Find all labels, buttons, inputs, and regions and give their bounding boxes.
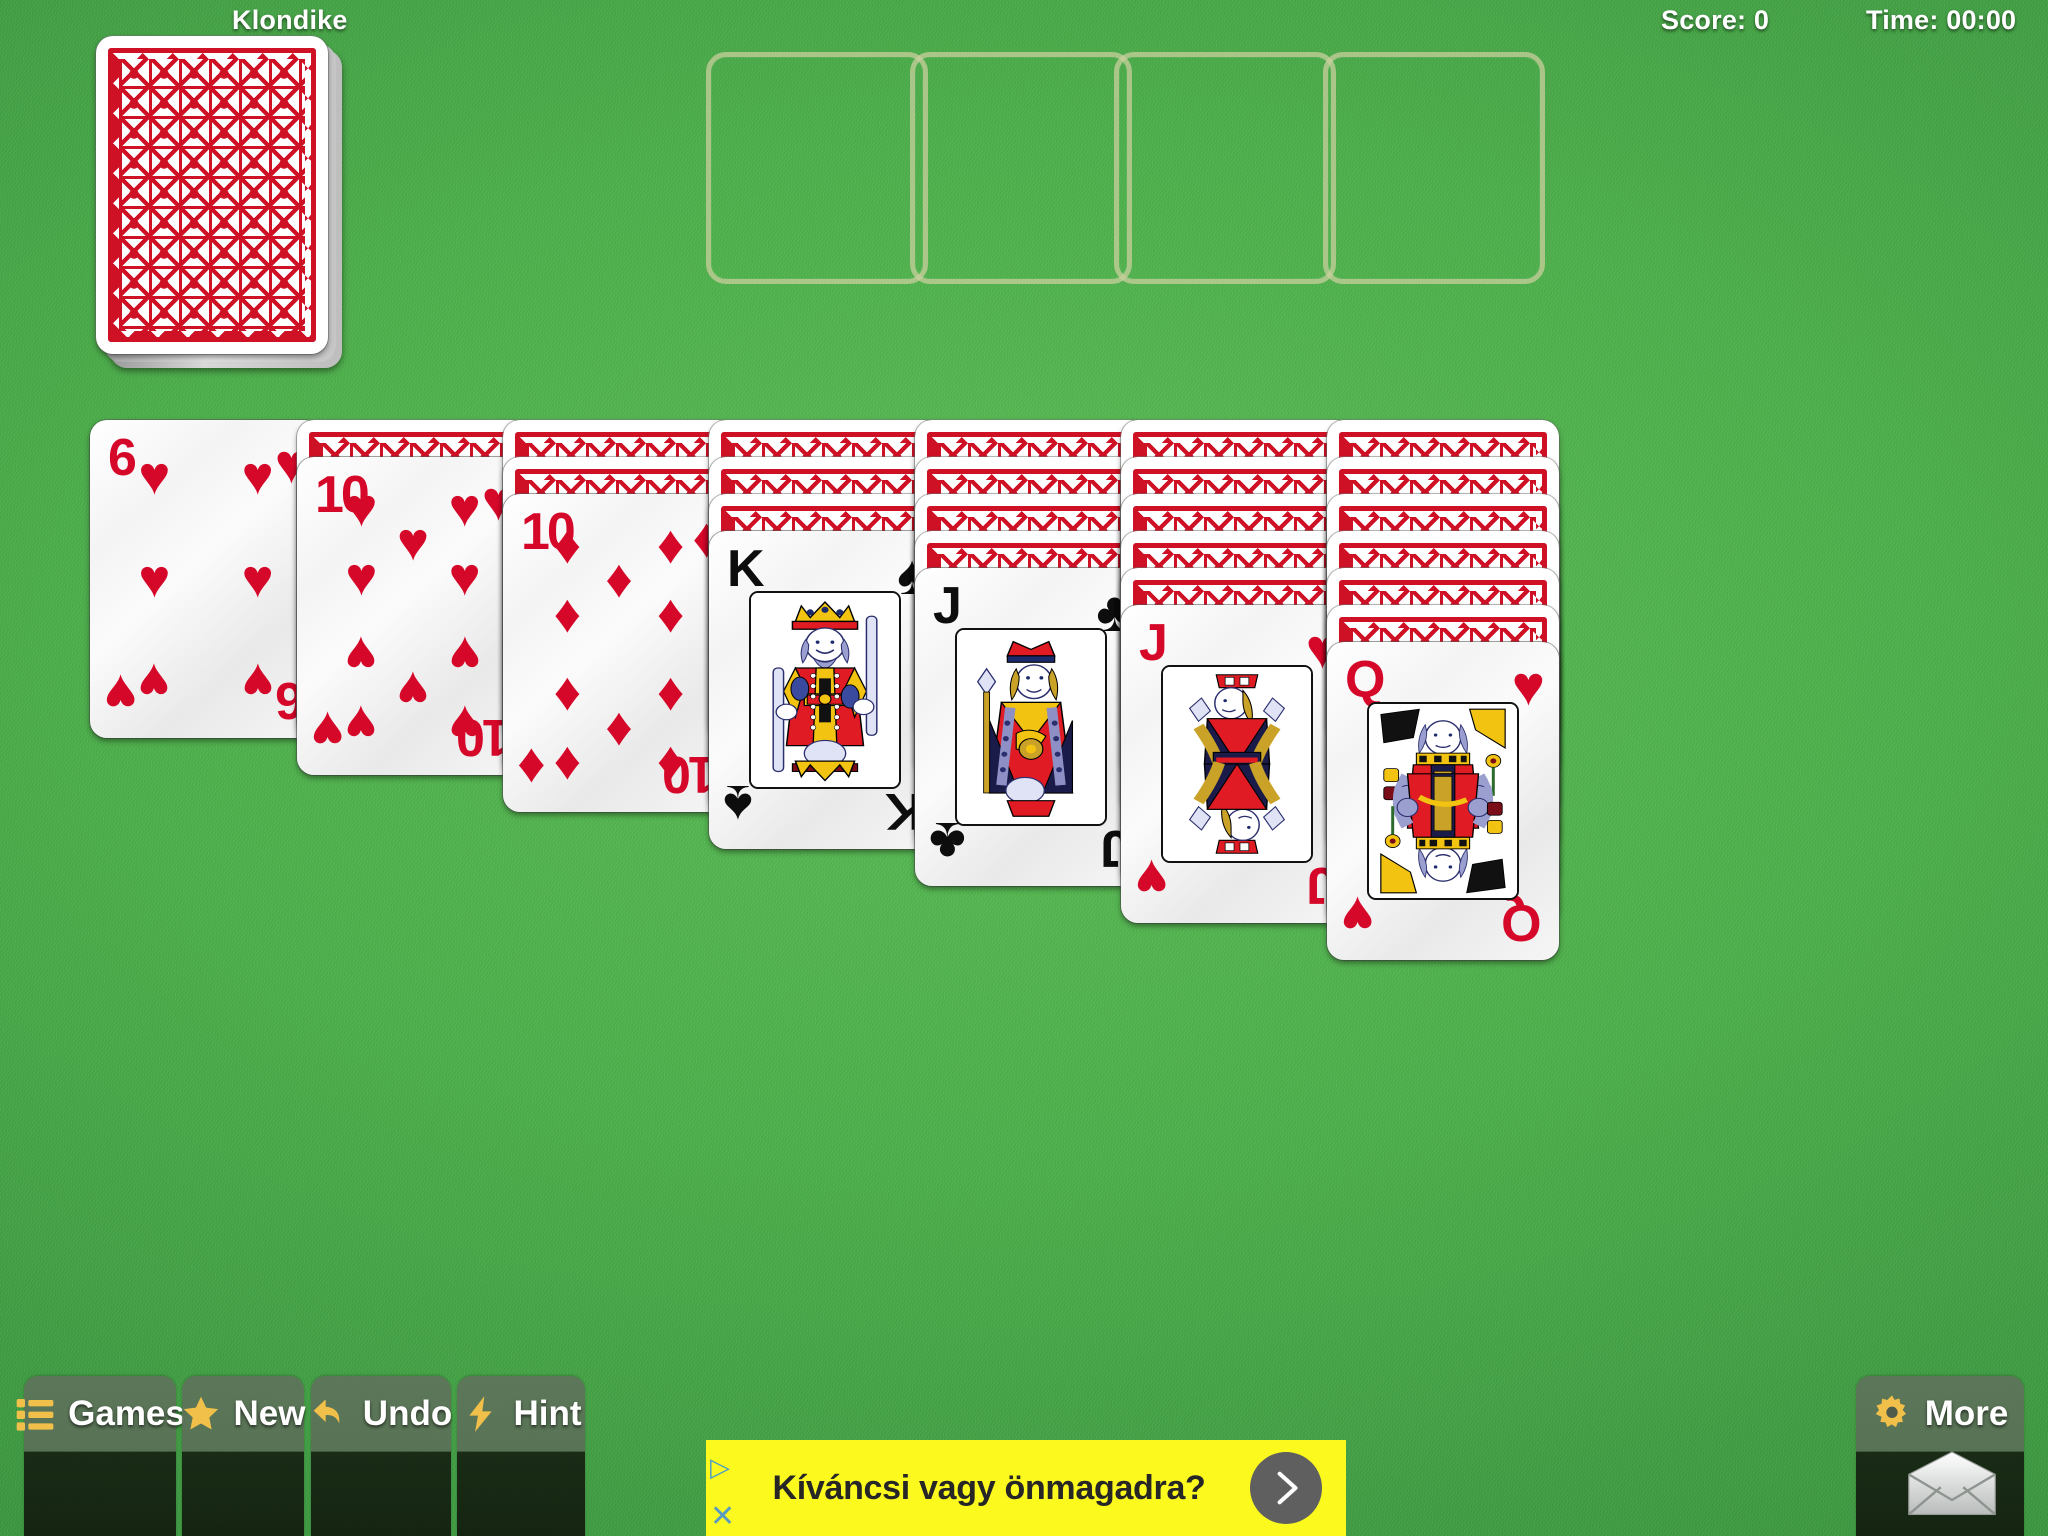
- card-king-of-spades[interactable]: K K ♠ ♠: [709, 531, 941, 849]
- games-button-label: Games: [68, 1394, 185, 1433]
- undo-arrow-icon: [313, 1399, 340, 1424]
- tableau-column-5[interactable]: J J ♣ ♣: [915, 420, 1147, 886]
- more-button-label: More: [1924, 1394, 2009, 1433]
- page-title: Klondike: [232, 5, 348, 35]
- face-down-card[interactable]: [709, 420, 941, 738]
- card-jack-of-hearts[interactable]: J J ♥ ♥: [1121, 605, 1353, 923]
- adchoices-icon[interactable]: ▷: [710, 1454, 738, 1480]
- card-jack-of-clubs[interactable]: J J ♣ ♣: [915, 568, 1147, 886]
- tableau-column-3[interactable]: 10 10 ♦ ♦ ♦ ♦ ♦ ♦ ♦ ♦ ♦ ♦ ♦ ♦: [503, 420, 735, 812]
- card-back-pattern: [119, 59, 305, 331]
- face-down-card[interactable]: [1121, 568, 1353, 886]
- card-queen-of-hearts[interactable]: Q Q ♥ ♥: [1327, 642, 1559, 960]
- tableau-column-1[interactable]: 6 6 ♥ ♥ ♥ ♥ ♥ ♥ ♥ ♥: [90, 420, 322, 738]
- ad-close-icon[interactable]: ✕: [710, 1502, 735, 1532]
- card-back-border: [108, 48, 316, 342]
- card-10-of-diamonds[interactable]: 10 10 ♦ ♦ ♦ ♦ ♦ ♦ ♦ ♦ ♦ ♦ ♦ ♦: [503, 494, 735, 812]
- face-down-card[interactable]: [1121, 420, 1353, 738]
- face-down-card[interactable]: [1327, 457, 1559, 775]
- face-down-card[interactable]: [1327, 605, 1559, 923]
- face-down-card[interactable]: [1327, 568, 1559, 886]
- face-down-card[interactable]: [1121, 494, 1353, 812]
- face-down-card[interactable]: [1327, 531, 1559, 849]
- face-down-card[interactable]: [915, 531, 1147, 849]
- face-down-card[interactable]: [915, 420, 1147, 738]
- face-down-card[interactable]: [503, 457, 735, 775]
- face-down-card[interactable]: [1327, 420, 1559, 738]
- card-rank-top: Q: [1345, 651, 1385, 709]
- face-down-card[interactable]: [297, 420, 529, 738]
- card-rank-top: K: [727, 540, 765, 598]
- card-rank-bottom: Q: [1503, 893, 1541, 951]
- new-game-button[interactable]: New: [182, 1376, 306, 1536]
- face-down-card[interactable]: [915, 494, 1147, 812]
- face-down-card[interactable]: [709, 457, 941, 775]
- ad-arrow-button[interactable]: [1250, 1452, 1322, 1524]
- star-icon: [183, 1396, 218, 1430]
- score-display: Score: 0: [1661, 5, 1770, 35]
- hint-button-label: Hint: [513, 1394, 582, 1433]
- card-pips: ♥ ♥ ♥ ♥ ♥ ♥: [138, 445, 274, 713]
- undo-button-label: Undo: [362, 1394, 453, 1433]
- card-6-of-hearts[interactable]: 6 6 ♥ ♥ ♥ ♥ ♥ ♥ ♥ ♥: [90, 420, 322, 738]
- undo-button[interactable]: Undo: [311, 1376, 453, 1536]
- jack-of-hearts-artwork: [1161, 665, 1313, 863]
- tableau-column-7[interactable]: Q Q ♥ ♥: [1327, 420, 1559, 960]
- tableau-column-4[interactable]: K K ♠ ♠: [709, 420, 941, 849]
- ad-text: Kíváncsi vagy önmagadra?: [772, 1468, 1206, 1507]
- spade-icon: ♠: [723, 774, 753, 837]
- face-down-card[interactable]: [915, 457, 1147, 775]
- face-down-card[interactable]: [1121, 457, 1353, 775]
- card-pips: ♥ ♥ ♥ ♥ ♥ ♥ ♥ ♥ ♥ ♥: [345, 477, 481, 755]
- face-down-card[interactable]: [1121, 531, 1353, 849]
- hint-button[interactable]: Hint: [457, 1376, 585, 1536]
- chevron-right-icon: [1277, 1471, 1298, 1505]
- stock-top-card-back[interactable]: [96, 36, 328, 354]
- face-down-card[interactable]: [709, 494, 941, 812]
- envelope-icon[interactable]: [1904, 1450, 2000, 1518]
- queen-of-hearts-artwork: [1367, 702, 1519, 900]
- face-down-card[interactable]: [503, 420, 735, 738]
- lightning-bolt-icon: [469, 1396, 493, 1432]
- new-game-button-label: New: [233, 1394, 306, 1433]
- card-pips: ♦ ♦ ♦ ♦ ♦ ♦ ♦ ♦ ♦ ♦: [553, 514, 685, 792]
- card-rank-top: J: [1139, 614, 1168, 672]
- gear-icon: [1875, 1395, 1906, 1428]
- card-rank-top: J: [933, 577, 962, 635]
- jack-of-clubs-artwork: [955, 628, 1107, 826]
- tableau-column-2[interactable]: 10 10 ♥ ♥ ♥ ♥ ♥ ♥ ♥ ♥ ♥ ♥ ♥ ♥: [297, 420, 529, 775]
- tableau-column-6[interactable]: J J ♥ ♥: [1121, 420, 1353, 923]
- status-header: Klondike Score: 0 Time: 00:00: [0, 0, 2048, 44]
- ad-banner[interactable]: ▷ ✕ Kíváncsi vagy önmagadra?: [706, 1440, 1346, 1536]
- card-10-of-hearts[interactable]: 10 10 ♥ ♥ ♥ ♥ ♥ ♥ ♥ ♥ ♥ ♥ ♥ ♥: [297, 457, 529, 775]
- games-button[interactable]: Games: [16, 1376, 185, 1536]
- time-display: Time: 00:00: [1866, 5, 2017, 35]
- face-down-card[interactable]: [1327, 494, 1559, 812]
- king-of-spades-artwork: [749, 591, 901, 789]
- list-icon: [16, 1399, 54, 1431]
